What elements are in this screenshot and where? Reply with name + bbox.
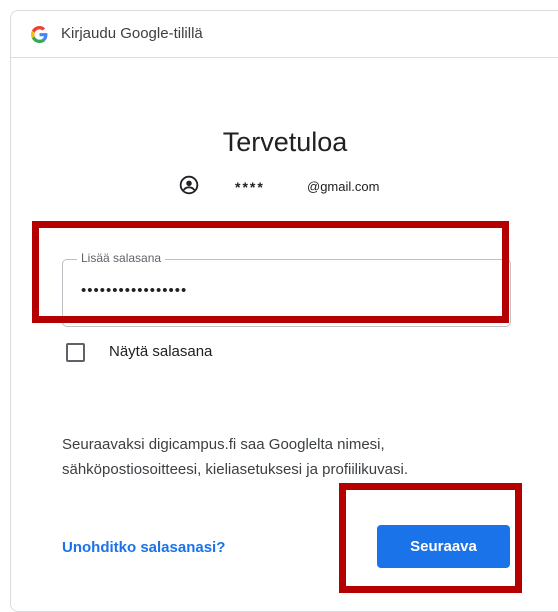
account-masked-name: **** bbox=[235, 179, 265, 195]
google-g-icon bbox=[31, 26, 48, 43]
forgot-password-link[interactable]: Unohditko salasanasi? bbox=[62, 539, 225, 556]
header-title: Kirjaudu Google-tilillä bbox=[61, 25, 203, 42]
next-button-highlight-box bbox=[339, 483, 522, 593]
show-password-checkbox[interactable] bbox=[66, 343, 85, 362]
signin-header: Kirjaudu Google-tilillä bbox=[11, 11, 558, 58]
password-highlight-box bbox=[32, 221, 509, 323]
account-circle-icon bbox=[179, 175, 199, 195]
info-text: Seuraavaksi digicampus.fi saa Googlelta … bbox=[62, 436, 408, 478]
account-email-domain: @gmail.com bbox=[307, 179, 380, 194]
show-password-label[interactable]: Näytä salasana bbox=[109, 343, 212, 360]
welcome-title: Tervetuloa bbox=[222, 127, 348, 157]
